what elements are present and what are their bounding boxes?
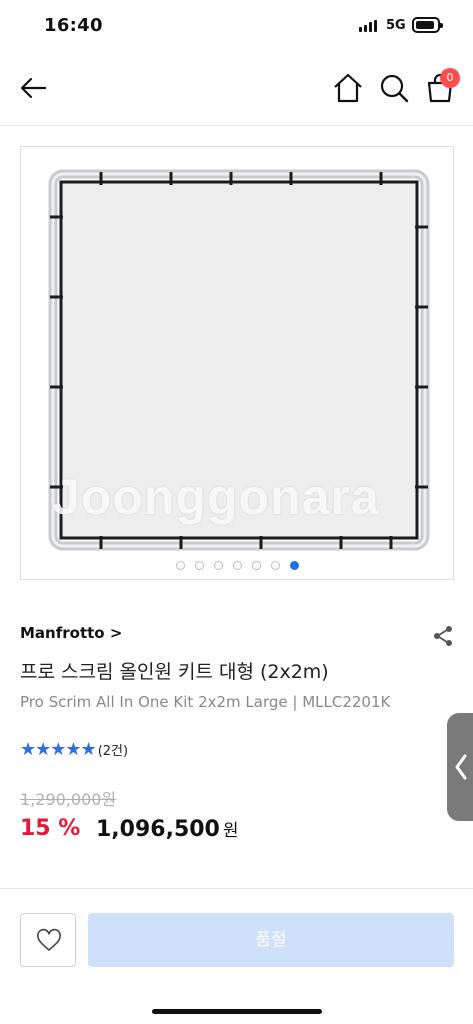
original-price: 1,290,000원 [20,790,117,809]
sale-price-value: 1,096,500 [96,817,220,842]
review-count[interactable]: (2건) [98,740,128,759]
pagination-dot[interactable] [251,561,261,570]
product-subtitle: Pro Scrim All In One Kit 2x2m Large | ML… [20,693,391,711]
watermark-text: Joonggonara [52,469,380,525]
share-button[interactable] [431,624,455,648]
pagination-dot[interactable] [175,561,185,570]
home-icon [334,73,362,103]
bottom-divider [0,888,473,889]
heart-icon [37,928,61,951]
status-time: 16:40 [44,15,103,36]
soldout-button[interactable]: 품절 [88,913,454,967]
pagination-dot[interactable] [213,561,223,570]
side-drawer-tab[interactable] [447,713,473,821]
status-bar: 16:40 5G [0,0,473,56]
battery-icon [412,17,443,33]
back-button[interactable] [15,70,51,106]
signal-icon [359,20,377,32]
pagination-dot[interactable] [289,561,299,570]
pagination-dot[interactable] [232,561,242,570]
back-arrow-icon [20,77,47,99]
chevron-left-icon [455,754,467,780]
top-nav [0,56,473,124]
sale-price: 1,096,500 원 [96,816,239,842]
network-label: 5G [386,18,406,33]
discount-rate: 15 % [20,816,81,841]
pagination-dot[interactable] [194,561,204,570]
home-button[interactable] [330,70,366,106]
product-title: 프로 스크림 올인원 키트 대형 (2x2m) [20,661,329,683]
gallery-pagination [21,561,453,570]
product-rating[interactable]: ★★★★★ (2건) [20,739,128,760]
search-icon [380,74,409,103]
rating-stars-icon: ★★★★★ [20,739,97,760]
brand-link[interactable]: Manfrotto > [20,624,122,642]
search-button[interactable] [376,70,412,106]
wishlist-button[interactable] [20,913,76,967]
share-icon [434,626,452,646]
home-indicator [152,1009,322,1014]
currency-label: 원 [222,821,239,841]
header-divider [0,125,473,126]
pagination-dot[interactable] [270,561,280,570]
cart-count-badge: 0 [440,68,460,88]
